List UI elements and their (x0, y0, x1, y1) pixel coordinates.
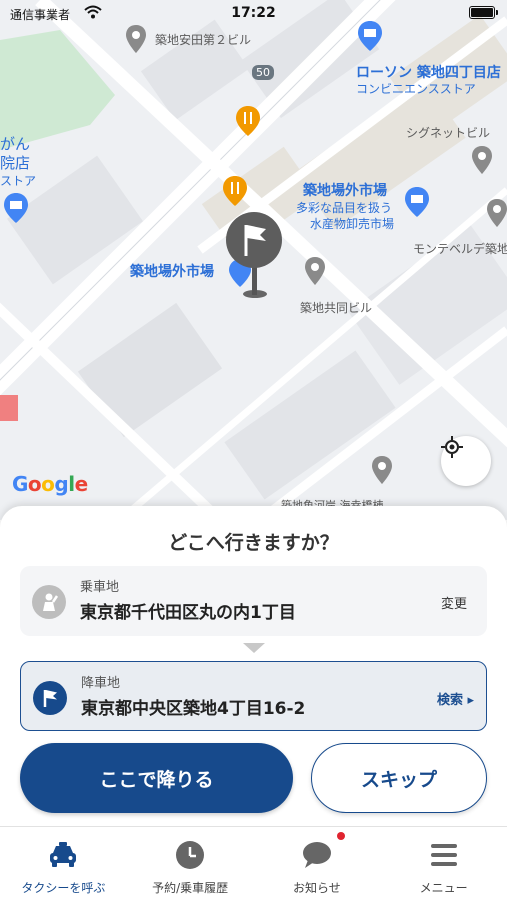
map-pin-icon[interactable] (304, 256, 326, 286)
shop-pin-icon[interactable] (404, 186, 430, 218)
map-pin-icon[interactable] (125, 24, 147, 54)
tab-call-taxi[interactable]: タクシーを呼ぶ (0, 827, 127, 900)
map-label: 築地安田第２ビル (155, 33, 252, 47)
map-label-poi: 築地場外市場 (130, 264, 214, 280)
tab-label: メニュー (419, 881, 468, 895)
map-label-poi-sub: コンビニエンスストア (356, 82, 476, 96)
map-pin-icon[interactable] (371, 455, 393, 485)
pickup-location-card[interactable]: 乗車地 東京都千代田区丸の内1丁目 変更 (20, 566, 487, 636)
screen: 築地安田第２ビル 50 ローソン 築地四丁目店 コンビニエンスストア シグネット… (0, 0, 507, 900)
status-time: 17:22 (231, 5, 276, 21)
dropoff-location-card[interactable]: 降車地 東京都中央区築地4丁目16-2 検索 ▸ (20, 661, 487, 731)
map-label: ストア (0, 174, 37, 188)
restaurant-pin-icon[interactable] (222, 175, 248, 207)
map-label: がん (0, 135, 31, 153)
tab-label: 予約/乗車履歴 (152, 881, 229, 895)
pickup-address: 東京都千代田区丸の内1丁目 (80, 603, 296, 623)
destination-flag-marker-icon[interactable] (224, 210, 284, 300)
pickup-label: 乗車地 (80, 580, 120, 595)
skip-button[interactable]: スキップ (311, 743, 487, 813)
map-label: 築地共同ビル (300, 301, 373, 315)
tab-label: お知らせ (292, 881, 341, 895)
map-label-poi-sub: 多彩な品目を扱う (296, 201, 393, 215)
map-label: シグネットビル (406, 126, 491, 140)
tab-label: タクシーを呼ぶ (21, 881, 106, 895)
status-bar: 通信事業者 17:22 (0, 0, 507, 28)
battery-icon (469, 6, 498, 19)
search-dropoff-button[interactable]: 検索 ▸ (437, 689, 474, 708)
map-label: 院店 (0, 154, 31, 172)
flag-icon (33, 681, 67, 715)
card-connector-arrow (243, 643, 265, 653)
sheet-title: どこへ行きますか？ (168, 532, 339, 554)
map-view[interactable]: 築地安田第２ビル 50 ローソン 築地四丁目店 コンビニエンスストア シグネット… (0, 0, 507, 520)
map-label-poi-sub: 水産物卸売市場 (310, 217, 395, 231)
map-label-poi: 築地場外市場 (303, 183, 387, 199)
chat-bubble-icon (301, 839, 333, 871)
restaurant-pin-icon[interactable] (235, 105, 261, 137)
notification-badge (337, 832, 345, 840)
map-label-poi: ローソン 築地四丁目店 (356, 65, 501, 81)
current-location-button[interactable] (441, 436, 491, 486)
tab-notifications[interactable]: お知らせ (254, 827, 381, 900)
person-waving-icon (32, 585, 66, 619)
crosshair-icon (441, 436, 463, 458)
destination-sheet: どこへ行きますか？ 乗車地 東京都千代田区丸の内1丁目 変更 降車地 東京都中央… (0, 506, 507, 826)
map-label: モンテベルデ築地 (413, 242, 507, 256)
shop-pin-icon[interactable] (3, 192, 29, 224)
tab-reservation-history[interactable]: 予約/乗車履歴 (127, 827, 254, 900)
clock-icon (174, 839, 206, 871)
google-logo: Google (12, 472, 88, 496)
map-pin-icon[interactable] (486, 198, 507, 228)
dropoff-address: 東京都中央区築地4丁目16-2 (81, 699, 306, 719)
tab-menu[interactable]: メニュー (380, 827, 507, 900)
taxi-icon (47, 839, 79, 871)
road-number-badge: 50 (252, 65, 274, 80)
tab-bar: タクシーを呼ぶ 予約/乗車履歴 お知らせ メニュー (0, 826, 507, 900)
dropoff-label: 降車地 (81, 676, 121, 691)
change-pickup-button[interactable]: 変更 (441, 593, 467, 612)
get-off-here-button[interactable]: ここで降りる (20, 743, 293, 813)
menu-icon (428, 839, 460, 871)
map-pin-icon[interactable] (471, 145, 493, 175)
